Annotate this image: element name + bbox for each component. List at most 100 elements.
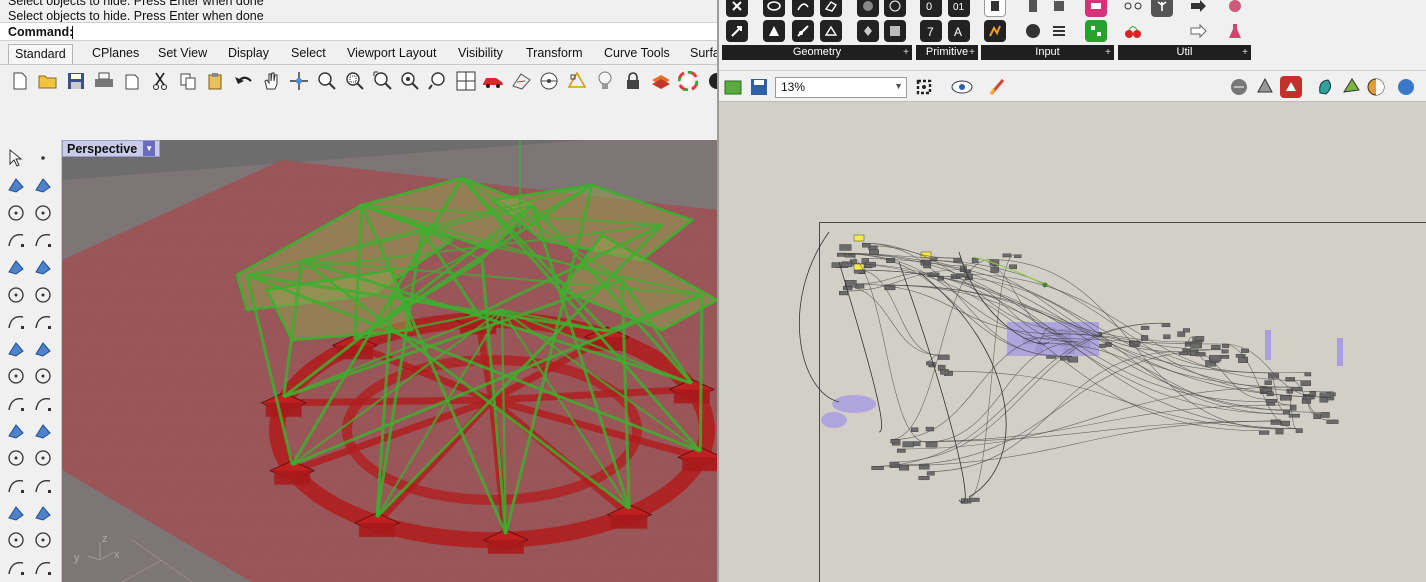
zoom-selected-icon[interactable]: [399, 70, 421, 92]
transform-icon[interactable]: [4, 364, 28, 388]
relay-icon[interactable]: [1187, 0, 1209, 17]
point-icon[interactable]: [31, 146, 55, 170]
four-view-icon[interactable]: [455, 70, 477, 92]
preview-wire-icon[interactable]: [1228, 76, 1250, 98]
tab-cplanes[interactable]: CPlanes: [92, 46, 139, 60]
rectangle-icon[interactable]: [31, 228, 55, 252]
geometry-component-icon[interactable]: [726, 0, 748, 17]
zoom-extents-icon[interactable]: [913, 76, 935, 98]
align-icon[interactable]: [31, 501, 55, 525]
text-component-icon[interactable]: 01: [948, 0, 970, 17]
boolean-toggle-icon[interactable]: [1022, 20, 1044, 42]
save-icon[interactable]: [65, 70, 87, 92]
button-component-icon[interactable]: [1048, 0, 1070, 17]
polyline-icon[interactable]: [4, 173, 28, 197]
command-line[interactable]: Command:: [0, 22, 717, 41]
gradient-component-icon[interactable]: [1085, 0, 1107, 17]
lock-icon[interactable]: [622, 70, 644, 92]
sphere-icon[interactable]: [1224, 0, 1246, 17]
transform2-icon[interactable]: [31, 556, 55, 580]
tab-visibility[interactable]: Visibility: [458, 46, 503, 60]
surface-component-icon[interactable]: [820, 0, 842, 17]
zoom-dynamic-icon[interactable]: [427, 70, 449, 92]
point-snap-icon[interactable]: [538, 70, 560, 92]
zoom-icon[interactable]: [316, 70, 338, 92]
car-icon[interactable]: [482, 70, 504, 92]
osnap-icon[interactable]: [566, 70, 588, 92]
save-file-icon[interactable]: [748, 76, 770, 98]
light-icon[interactable]: [594, 70, 616, 92]
array-icon[interactable]: [4, 501, 28, 525]
glasses-icon[interactable]: [1122, 0, 1144, 17]
slider-component-icon[interactable]: [984, 20, 1006, 42]
rotate-view-icon[interactable]: [288, 70, 310, 92]
open-icon[interactable]: [37, 70, 59, 92]
select-icon[interactable]: [4, 146, 28, 170]
circle-component-icon[interactable]: [763, 0, 785, 17]
preview-selected-icon[interactable]: [1280, 76, 1302, 98]
cplane-icon[interactable]: [510, 70, 532, 92]
perspective-viewport[interactable]: z x y: [62, 140, 717, 582]
undo-icon[interactable]: [233, 70, 255, 92]
integer-component-icon[interactable]: 0: [920, 0, 942, 17]
viewport-menu-arrow-icon[interactable]: ▼: [143, 141, 156, 156]
curve-icon[interactable]: [31, 173, 55, 197]
flask-icon[interactable]: [1224, 20, 1246, 42]
surface-edit-icon[interactable]: [31, 283, 55, 307]
string-component-icon[interactable]: A: [948, 20, 970, 42]
green-blob-icon[interactable]: [1340, 76, 1362, 98]
dimension-icon[interactable]: [31, 474, 55, 498]
import-icon[interactable]: [121, 70, 143, 92]
value-list-icon[interactable]: [1048, 20, 1070, 42]
number-component-icon[interactable]: [884, 0, 906, 17]
sphere-icon[interactable]: [31, 310, 55, 334]
offset-icon[interactable]: [31, 446, 55, 470]
box-icon[interactable]: [4, 310, 28, 334]
zoom-window-icon[interactable]: [344, 70, 366, 92]
tab-viewport-layout[interactable]: Viewport Layout: [347, 46, 436, 60]
circle-icon[interactable]: [4, 201, 28, 225]
print-icon[interactable]: [93, 70, 115, 92]
seven-component-icon[interactable]: 7: [920, 20, 942, 42]
cylinder-icon[interactable]: [4, 337, 28, 361]
split-icon[interactable]: [4, 392, 28, 416]
tab-standard[interactable]: Standard: [8, 44, 73, 65]
plane-icon[interactable]: [31, 337, 55, 361]
brep-component-icon[interactable]: [792, 20, 814, 42]
surface-icon[interactable]: [4, 283, 28, 307]
text-icon[interactable]: [4, 474, 28, 498]
points-icon[interactable]: [31, 419, 55, 443]
zoom-extents-icon[interactable]: [372, 70, 394, 92]
teal-blob-icon[interactable]: [1315, 76, 1337, 98]
tab-transform[interactable]: Transform: [526, 46, 583, 60]
block-icon[interactable]: [4, 528, 28, 552]
layer-icon[interactable]: [650, 70, 672, 92]
gumball-icon[interactable]: [31, 364, 55, 388]
analyze-icon[interactable]: [31, 528, 55, 552]
color-wheel-icon[interactable]: [677, 70, 699, 92]
grasshopper-canvas[interactable]: [719, 102, 1426, 582]
line-component-icon[interactable]: [763, 20, 785, 42]
environment-ball-icon[interactable]: [1395, 76, 1417, 98]
point-component-icon[interactable]: [726, 20, 748, 42]
ellipse-icon[interactable]: [31, 201, 55, 225]
polygon-icon[interactable]: [4, 255, 28, 279]
preview-eye-icon[interactable]: [951, 76, 973, 98]
trim-icon[interactable]: [31, 392, 55, 416]
open-file-icon[interactable]: [722, 76, 744, 98]
toggle-component-icon[interactable]: [1022, 0, 1044, 17]
preview-shaded-icon[interactable]: [1254, 76, 1276, 98]
colour-swatch-icon[interactable]: [1085, 20, 1107, 42]
tab-set-view[interactable]: Set View: [158, 46, 207, 60]
tab-curve-tools[interactable]: Curve Tools: [604, 46, 670, 60]
arc-icon[interactable]: [4, 228, 28, 252]
grid-icon[interactable]: [4, 556, 28, 580]
freeform-icon[interactable]: [31, 255, 55, 279]
new-icon[interactable]: [9, 70, 31, 92]
domain-component-icon[interactable]: [884, 20, 906, 42]
tab-display[interactable]: Display: [228, 46, 269, 60]
tree-icon[interactable]: [1151, 0, 1173, 17]
vector-component-icon[interactable]: [857, 20, 879, 42]
copy-icon[interactable]: [177, 70, 199, 92]
pan-icon[interactable]: [260, 70, 282, 92]
